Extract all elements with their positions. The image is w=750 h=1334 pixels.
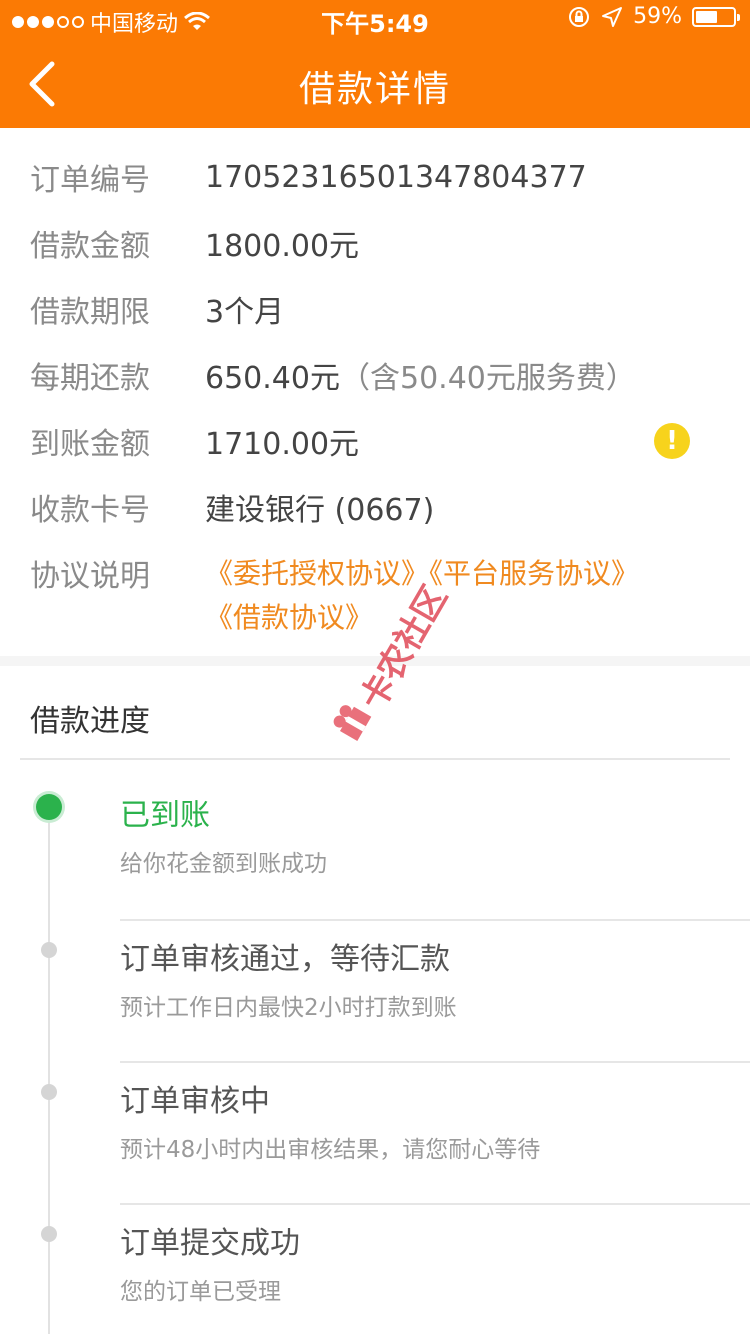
- detail-row-installment: 每期还款 650.40元（含50.40元服务费）: [0, 353, 750, 397]
- detail-label: 借款期限: [30, 295, 150, 330]
- agreement-links: 《委托授权协议》《平台服务协议》 《借款协议》: [205, 552, 725, 640]
- detail-value: 650.40元（含50.40元服务费）: [205, 353, 636, 397]
- detail-label: 收款卡号: [30, 493, 150, 528]
- step-title: 订单审核中: [120, 1084, 270, 1119]
- step-title: 订单审核通过，等待汇款: [120, 942, 450, 977]
- agreement-link-loan[interactable]: 《借款协议》: [205, 601, 373, 634]
- detail-label: 订单编号: [30, 163, 150, 198]
- detail-label: 协议说明: [30, 559, 150, 594]
- detail-label: 借款金额: [30, 229, 150, 264]
- step-description: 预计工作日内最快2小时打款到账: [120, 995, 457, 1021]
- agreement-link-platform-service[interactable]: 《平台服务协议》: [429, 557, 639, 590]
- detail-label: 每期还款: [30, 361, 150, 396]
- detail-value: 17052316501347804377: [205, 159, 587, 195]
- detail-label: 到账金额: [30, 427, 150, 462]
- service-fee-note: （含50.40元服务费）: [339, 361, 636, 396]
- detail-row-received-amount: 到账金额 1710.00元 !: [0, 421, 750, 462]
- detail-value: 3个月: [205, 295, 285, 330]
- divider: [120, 1061, 750, 1063]
- detail-row-loan-term: 借款期限 3个月: [0, 289, 750, 330]
- detail-row-loan-amount: 借款金额 1800.00元: [0, 223, 750, 264]
- step-dot-icon: [41, 1226, 57, 1242]
- divider: [120, 919, 750, 921]
- status-right: 59%: [567, 4, 740, 29]
- location-arrow-icon: [602, 6, 623, 27]
- divider: [120, 1203, 750, 1205]
- progress-title: 借款进度: [30, 704, 150, 739]
- step-dot-icon: [41, 1084, 57, 1100]
- step-title: 已到账: [120, 798, 210, 833]
- step-description: 给你花金额到账成功: [120, 851, 327, 877]
- step-dot-icon: [41, 942, 57, 958]
- battery-icon: [692, 6, 740, 27]
- step-active-dot-icon: [36, 794, 62, 820]
- step-description: 您的订单已受理: [120, 1279, 281, 1305]
- detail-value: 1710.00元: [205, 427, 360, 462]
- loan-progress-panel: 借款进度 已到账 给你花金额到账成功 订单审核通过，等待汇款 预计工作日内最快2…: [0, 666, 750, 1334]
- loan-detail-panel: 订单编号 17052316501347804377 借款金额 1800.00元 …: [0, 128, 750, 656]
- detail-value: 1800.00元: [205, 229, 360, 264]
- app-header: 中国移动 下午5:49 59% 借款详情: [0, 0, 750, 128]
- battery-fill: [696, 10, 718, 23]
- divider: [20, 758, 730, 760]
- page-title: 借款详情: [298, 69, 451, 110]
- step-description: 预计48小时内出审核结果，请您耐心等待: [120, 1137, 541, 1163]
- detail-row-order-number: 订单编号 17052316501347804377: [0, 157, 750, 199]
- timeline-line: [48, 816, 50, 1334]
- status-bar: 中国移动 下午5:49 59%: [0, 0, 750, 40]
- step-title: 订单提交成功: [120, 1226, 300, 1261]
- detail-value: 建设银行 (0667): [205, 493, 435, 528]
- battery-percent: 59%: [633, 4, 682, 29]
- installment-amount: 650.40元: [205, 361, 340, 396]
- warning-icon[interactable]: !: [654, 423, 690, 459]
- orientation-lock-icon: [569, 6, 590, 27]
- agreement-link-authorization[interactable]: 《委托授权协议》: [205, 557, 429, 590]
- detail-row-bank-card: 收款卡号 建设银行 (0667): [0, 487, 750, 528]
- nav-bar: 借款详情: [0, 40, 750, 128]
